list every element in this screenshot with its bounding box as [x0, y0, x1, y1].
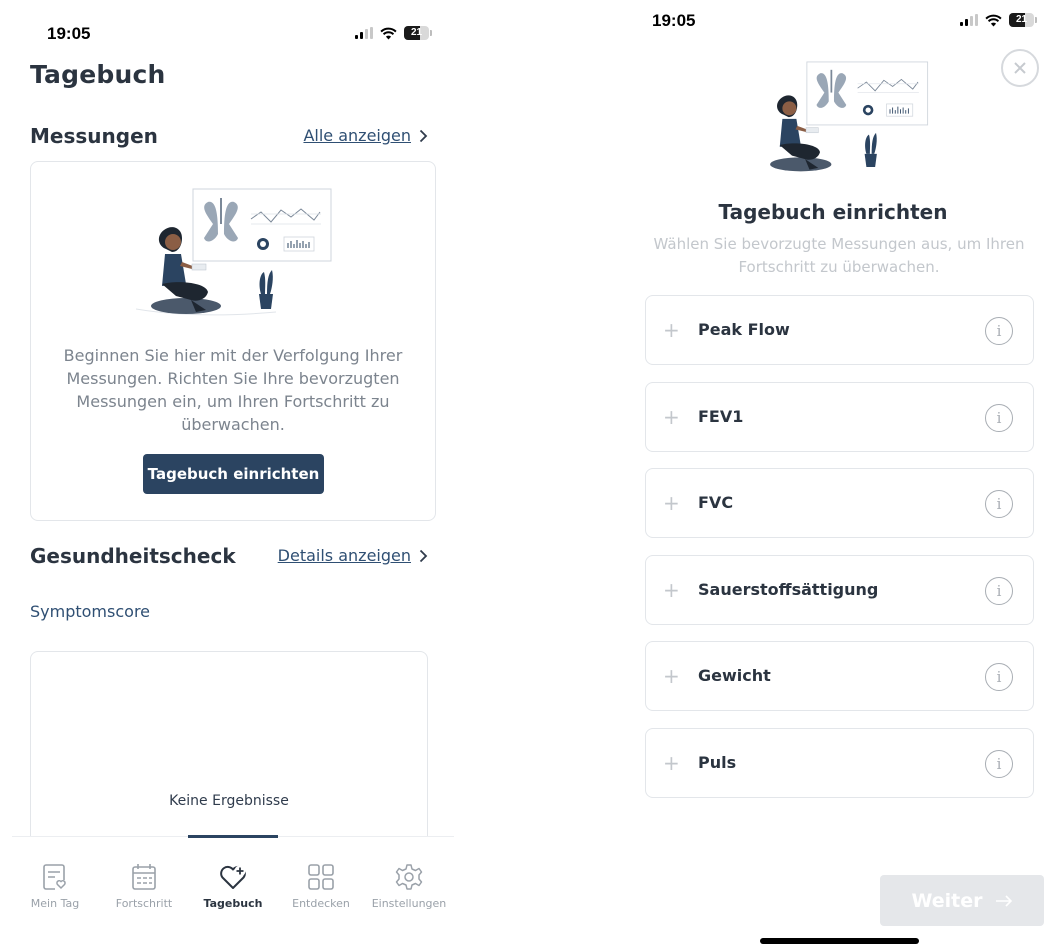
active-tab-indicator	[188, 835, 278, 838]
grid-icon	[308, 864, 334, 890]
tab-einstellungen[interactable]: Einstellungen	[365, 863, 453, 910]
show-details-label: Details anzeigen	[277, 546, 411, 565]
page-title: Tagebuch	[30, 60, 166, 89]
next-button-label: Weiter	[911, 889, 983, 912]
tab-bar: Mein Tag Fortschritt Tagebuch Entdecken …	[11, 835, 454, 949]
calendar-grid-icon	[132, 864, 156, 890]
tab-mein-tag-label: Mein Tag	[30, 897, 80, 910]
wifi-icon	[380, 27, 397, 39]
battery-icon: 21	[404, 26, 432, 40]
plus-icon: +	[663, 664, 680, 688]
measurement-label: Sauerstoffsättigung	[698, 580, 879, 599]
diary-illustration	[136, 188, 332, 316]
no-results-text: Keine Ergebnisse	[169, 793, 289, 809]
status-time: 19:05	[652, 11, 696, 30]
tab-tagebuch[interactable]: Tagebuch	[189, 863, 277, 910]
battery-level: 21	[1015, 14, 1028, 25]
setup-diary-button[interactable]: Tagebuch einrichten	[143, 454, 324, 494]
measurement-option-peak-flow[interactable]: + Peak Flow i	[645, 295, 1034, 365]
close-icon	[1014, 62, 1026, 74]
info-icon[interactable]: i	[985, 577, 1013, 605]
setup-diary-screen: 19:05 21 Tagebuch einrichten Wählen Sie …	[622, 0, 1044, 949]
diary-screen: 19:05 21 Tagebuch Messungen Alle anzeige…	[0, 0, 465, 949]
calendar-heart-icon	[43, 864, 66, 890]
show-all-link[interactable]: Alle anzeigen	[303, 126, 428, 145]
measurement-option-fvc[interactable]: + FVC i	[645, 468, 1034, 538]
measurements-empty-card: Beginnen Sie hier mit der Verfolgung Ihr…	[30, 161, 436, 521]
status-time: 19:05	[47, 24, 91, 43]
measurement-label: FVC	[698, 493, 734, 512]
info-icon[interactable]: i	[985, 404, 1013, 432]
symptom-score-card: Keine Ergebnisse	[30, 651, 428, 861]
info-icon[interactable]: i	[985, 750, 1013, 778]
home-indicator	[760, 938, 919, 944]
setup-subtitle: Wählen Sie bevorzugte Messungen aus, um …	[653, 235, 1025, 276]
signal-icon	[355, 27, 373, 39]
health-check-title: Gesundheitscheck	[30, 544, 236, 568]
measurement-option-pulse[interactable]: + Puls i	[645, 728, 1034, 798]
signal-icon	[960, 14, 978, 26]
measurement-option-weight[interactable]: + Gewicht i	[645, 641, 1034, 711]
show-all-label: Alle anzeigen	[303, 126, 411, 145]
heart-plus-icon	[220, 865, 246, 889]
gear-icon	[395, 864, 423, 890]
next-button[interactable]: Weiter	[880, 875, 1044, 926]
measurement-label: Puls	[698, 753, 737, 772]
plus-icon: +	[663, 751, 680, 775]
measurement-label: Gewicht	[698, 666, 771, 685]
battery-icon: 21	[1009, 13, 1037, 27]
show-details-link[interactable]: Details anzeigen	[278, 546, 428, 565]
setup-title: Tagebuch einrichten	[718, 200, 948, 224]
tab-mein-tag[interactable]: Mein Tag	[11, 863, 99, 910]
measurement-label: FEV1	[698, 407, 744, 426]
measurements-empty-text: Beginnen Sie hier mit der Verfolgung Ihr…	[63, 346, 403, 434]
tab-entdecken-label: Entdecken	[292, 897, 350, 910]
measurement-option-fev1[interactable]: + FEV1 i	[645, 382, 1034, 452]
tab-einstellungen-label: Einstellungen	[371, 897, 447, 910]
battery-level: 21	[410, 27, 423, 38]
measurement-label: Peak Flow	[698, 320, 790, 339]
status-bar: 19:05 21	[622, 9, 1044, 39]
tab-fortschritt-label: Fortschritt	[115, 897, 173, 910]
info-icon[interactable]: i	[985, 490, 1013, 518]
arrow-right-icon	[995, 894, 1012, 907]
close-button[interactable]	[1001, 49, 1039, 87]
info-icon[interactable]: i	[985, 317, 1013, 345]
plus-icon: +	[663, 318, 680, 342]
info-icon[interactable]: i	[985, 663, 1013, 691]
tab-fortschritt[interactable]: Fortschritt	[100, 863, 188, 910]
plus-icon: +	[663, 405, 680, 429]
setup-illustration	[770, 61, 929, 172]
measurement-option-oxygen-saturation[interactable]: + Sauerstoffsättigung i	[645, 555, 1034, 625]
chevron-right-icon	[419, 549, 428, 562]
plus-icon: +	[663, 491, 680, 515]
chevron-right-icon	[419, 129, 428, 142]
plus-icon: +	[663, 578, 680, 602]
symptom-score-title[interactable]: Symptomscore	[30, 602, 150, 621]
status-bar: 19:05 21	[0, 22, 465, 52]
wifi-icon	[985, 14, 1002, 26]
tab-entdecken[interactable]: Entdecken	[277, 863, 365, 910]
measurements-title: Messungen	[30, 124, 158, 148]
tab-tagebuch-label: Tagebuch	[203, 897, 263, 910]
